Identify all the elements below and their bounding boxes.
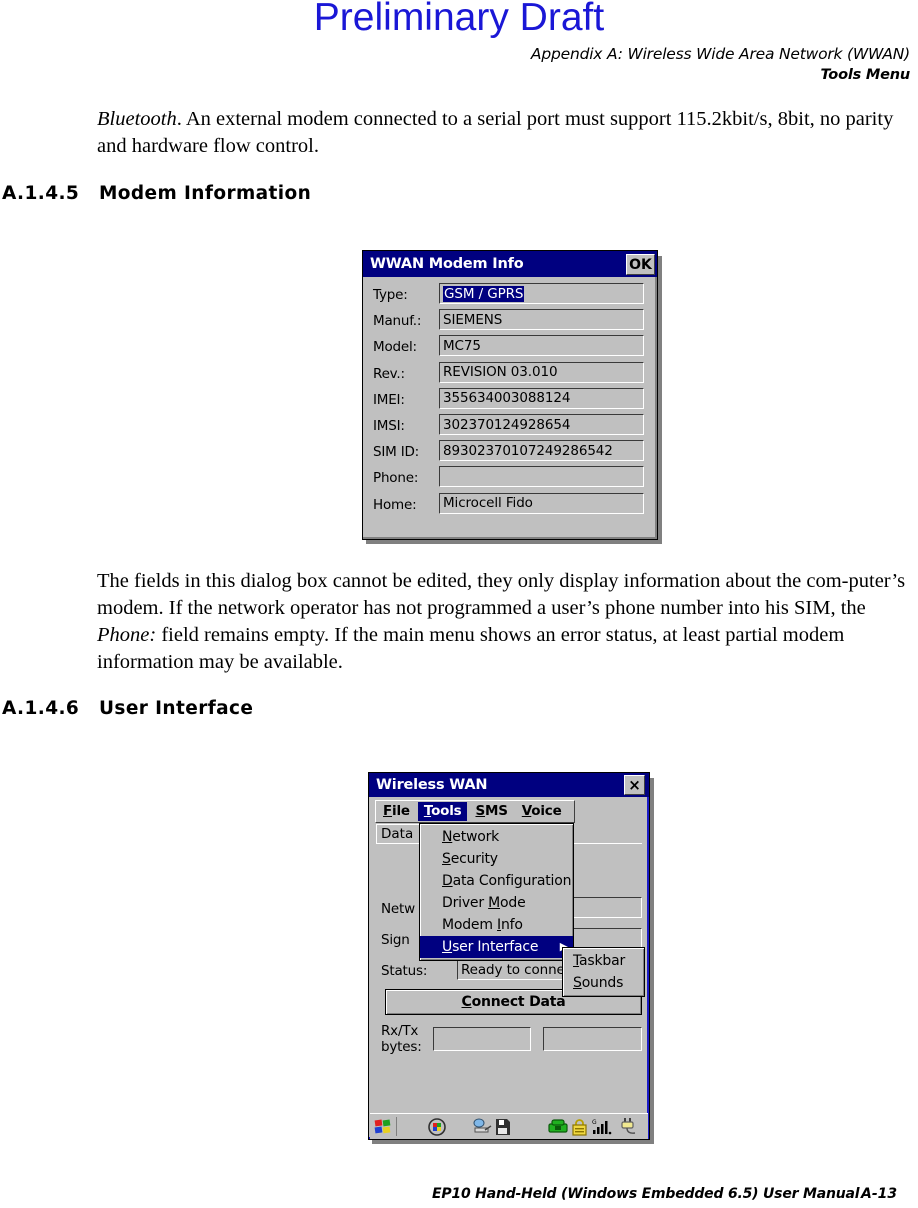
running-header-line1: Appendix A: Wireless Wide Area Network (… [530,45,910,63]
modem-info-value-home: Microcell Fido [439,492,644,514]
modem-info-value-manuf: SIEMENS [439,309,644,331]
tx-bytes-field [543,1027,642,1051]
modem-info-label-model: Model: [373,339,417,356]
modem-info-label-rev: Rev.: [373,365,405,382]
network-label: Netw [381,901,415,917]
menubar-item-tools[interactable]: Tools [417,802,468,821]
rx-bytes-field [433,1027,531,1051]
desktop-palette-icon[interactable] [428,1118,446,1140]
footer-title: EP10 Hand-Held (Windows Embedded 6.5) Us… [432,1186,860,1202]
paragraph-fields-readonly: The fields in this dialog box cannot be … [97,568,915,676]
heading-text: Modem Information [99,183,312,204]
tab-data-label: Data [381,826,414,842]
paragraph-fields-part2: field remains empty. If the main menu sh… [97,624,845,673]
modem-info-value-imsi: 302370124928654 [439,414,644,435]
paragraph-fields-part1: The fields in this dialog box cannot be … [97,570,906,619]
svg-text:G: G [592,1119,597,1126]
tools-menu-item-security[interactable]: Security [420,848,573,870]
wireless-wan-close-button[interactable]: × [624,775,645,795]
tools-dropdown-menu[interactable]: Network Security Data Configuration Driver … [419,823,574,961]
running-header-line2: Tools Menu [820,67,910,83]
menubar-item-voice[interactable]: Voice [516,802,568,821]
modem-info-label-home: Home: [373,496,417,513]
heading-number: A.1.4.5 [2,183,80,204]
modem-info-label-phone: Phone: [373,470,419,487]
wireless-wan-taskbar: G [370,1113,648,1139]
tools-menu-item-userinterface[interactable]: User Interface▶ [420,936,573,958]
rxtx-label: Rx/Tx bytes: [381,1023,422,1055]
modem-info-value-imei: 355634003088124 [439,387,644,409]
preliminary-draft-watermark: Preliminary Draft [313,0,605,39]
wireless-wan-titlebar: Wireless WAN [369,773,649,797]
wireless-wan-menubar[interactable]: File Tools SMS Voice [375,800,575,823]
menubar-item-sms[interactable]: SMS [469,802,513,821]
modem-info-label-imei: IMEI: [373,391,405,408]
signal-bars-icon[interactable]: G [592,1117,614,1141]
modem-info-ok-label: OK [629,256,652,273]
ui-submenu-item-taskbar[interactable]: Taskbar [563,950,644,972]
start-flag-icon[interactable] [373,1117,393,1141]
paragraph-fields-term: Phone: [97,624,157,646]
rxtx-label-line1: Rx/Tx [381,1023,419,1039]
modem-info-value-simid: 89302370107249286542 [439,440,644,462]
selected-text: GSM / GPRS [443,285,525,302]
paragraph-bluetooth: Bluetooth. An external modem connected t… [97,106,909,160]
modem-info-label-manuf: Manuf.: [373,313,422,330]
modem-info-value-type: GSM / GPRS [439,283,644,304]
tools-menu-item-modeminfo[interactable]: Modem Info [420,914,573,936]
modem-info-value-phone [439,466,644,488]
modem-info-label-imsi: IMSI: [373,418,405,434]
footer-page-number: A-13 [861,1186,898,1202]
close-icon: × [628,776,641,794]
power-plug-icon[interactable] [618,1117,638,1141]
modem-info-ok-button[interactable]: OK [626,254,655,275]
storage-card-icon[interactable] [495,1118,511,1140]
lock-icon[interactable] [572,1118,587,1140]
modem-info-label-type: Type: [373,287,408,303]
tab-data[interactable]: Data [376,824,422,844]
network-connection-icon[interactable] [472,1118,492,1140]
modem-info-titlebar: WWAN Modem Info [363,251,657,277]
heading-text: User Interface [99,698,254,719]
wireless-wan-title: Wireless WAN [376,777,488,793]
menubar-item-file[interactable]: File [377,802,416,821]
paragraph-bluetooth-text: . An external modem connected to a seria… [97,108,894,157]
status-label: Status: [381,963,428,979]
modem-info-dialog: WWAN Modem Info OK Type: GSM / GPRS Manuf.… [362,250,658,540]
tools-menu-item-drivermode[interactable]: Driver Mode [420,892,573,914]
phone-icon[interactable] [548,1119,568,1139]
paragraph-bluetooth-term: Bluetooth [97,108,177,130]
modem-info-label-simid: SIM ID: [373,444,420,461]
page-footer: EP10 Hand-Held (Windows Embedded 6.5) Us… [0,1186,918,1208]
tools-menu-item-dataconfiguration[interactable]: Data Configuration [420,870,573,892]
rxtx-label-line2: bytes: [381,1039,422,1055]
wireless-wan-dialog: Wireless WAN × File Tools SMS Voice Data Ne… [368,772,650,1140]
signal-label: Sign [381,932,410,948]
tools-menu-item-network[interactable]: Network [420,826,573,848]
connect-data-label: Connect Data [461,994,566,1010]
user-interface-submenu[interactable]: Taskbar Sounds [562,947,645,997]
taskbar-divider [396,1117,397,1136]
ui-submenu-item-sounds[interactable]: Sounds [563,972,644,994]
heading-user-interface: A.1.4.6 User Interface [2,698,253,719]
running-header: Appendix A: Wireless Wide Area Network (… [531,44,910,86]
heading-number: A.1.4.6 [2,698,80,719]
modem-info-value-model: MC75 [439,335,644,357]
heading-modem-information: A.1.4.5 Modem Information [2,183,311,204]
modem-info-value-rev: REVISION 03.010 [439,361,644,383]
modem-info-title: WWAN Modem Info [370,256,524,272]
